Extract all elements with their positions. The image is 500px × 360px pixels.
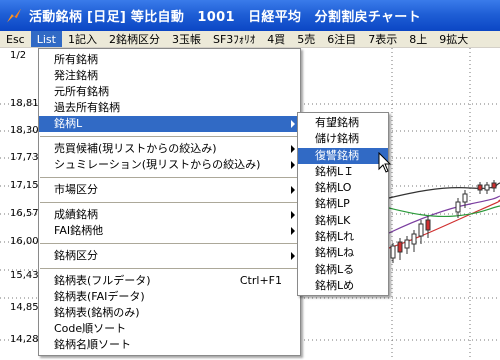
menu-owned-stocks[interactable]: 所有銘柄 bbox=[39, 52, 300, 68]
y-tick: 17,15 bbox=[10, 180, 39, 191]
y-tick: 18,30 bbox=[10, 125, 39, 136]
menu-stock-list-l[interactable]: 銘柄L bbox=[39, 116, 300, 132]
submenu-list-lre[interactable]: 銘柄Lれ bbox=[298, 229, 388, 245]
submenu-arrow-icon bbox=[291, 227, 295, 235]
submenu-arrow-icon bbox=[291, 211, 295, 219]
menu-stock-category[interactable]: 2銘柄区分 bbox=[103, 31, 166, 47]
menu-fai-stocks[interactable]: FAI銘柄他 bbox=[39, 223, 300, 239]
menu-item-label: 銘柄L bbox=[54, 117, 83, 130]
submenu-list-lme[interactable]: 銘柄Lめ bbox=[298, 278, 388, 294]
submenu-arrow-icon bbox=[291, 120, 295, 128]
y-tick: 1/2 bbox=[10, 50, 27, 61]
menu-watch[interactable]: 6注目 bbox=[321, 31, 362, 47]
menu-sell[interactable]: 5売 bbox=[291, 31, 321, 47]
menu-former-owned[interactable]: 元所有銘柄 bbox=[39, 84, 300, 100]
menu-item-label: 売買候補(現リストからの絞込み) bbox=[54, 142, 217, 155]
menu-list[interactable]: List bbox=[30, 31, 62, 47]
menu-entry[interactable]: 1記入 bbox=[62, 31, 103, 47]
menu-item-label: 元所有銘柄 bbox=[54, 85, 109, 98]
title-bar: 活動銘柄 [日足] 等比自動 1001 日経平均 分割割戻チャート bbox=[0, 0, 500, 31]
y-tick: 14,85 bbox=[10, 302, 39, 313]
menu-separator bbox=[39, 264, 300, 273]
menu-trade-candidates[interactable]: 売買候補(現リストからの絞込み) bbox=[39, 141, 300, 157]
menu-item-label: 過去所有銘柄 bbox=[54, 101, 120, 114]
menu-buy[interactable]: 4買 bbox=[261, 31, 291, 47]
menu-bar: Esc List 1記入 2銘柄区分 3玉帳 SF3ﾌｫﾘｵ 4買 5売 6注目… bbox=[0, 31, 500, 48]
submenu-list-lo[interactable]: 銘柄LO bbox=[298, 180, 388, 196]
submenu-arrow-icon bbox=[291, 252, 295, 260]
stock-list-submenu: 有望銘柄 儲け銘柄 復讐銘柄 銘柄LＩ 銘柄LO 銘柄LP 銘柄LK 銘柄Lれ … bbox=[297, 112, 389, 296]
menu-simulation[interactable]: シュミレーション(現リストからの絞込み) bbox=[39, 157, 300, 173]
ma-line-black bbox=[388, 182, 500, 199]
app-icon bbox=[6, 8, 22, 24]
y-tick: 16,57 bbox=[10, 208, 39, 219]
mouse-cursor-icon bbox=[378, 152, 392, 173]
submenu-arrow-icon bbox=[291, 186, 295, 194]
menu-table-full[interactable]: 銘柄表(フルデータ) Ctrl+F1 bbox=[39, 273, 300, 289]
menu-item-label: 所有銘柄 bbox=[54, 53, 98, 66]
y-tick: 15,43 bbox=[10, 270, 39, 281]
menu-item-label: Code順ソート bbox=[54, 322, 127, 335]
menu-item-label: 銘柄表(銘柄のみ) bbox=[54, 306, 140, 319]
menu-market-category[interactable]: 市場区分 bbox=[39, 182, 300, 198]
menu-performance-stocks[interactable]: 成績銘柄 bbox=[39, 207, 300, 223]
menu-item-label: 市場区分 bbox=[54, 183, 98, 196]
candlesticks bbox=[390, 180, 497, 263]
submenu-list-lp[interactable]: 銘柄LP bbox=[298, 196, 388, 212]
y-tick: 18,81 bbox=[10, 98, 39, 109]
menu-portfolio[interactable]: SF3ﾌｫﾘｵ bbox=[207, 31, 261, 47]
menu-item-label: 銘柄表(フルデータ) bbox=[54, 274, 151, 287]
menu-table-fai[interactable]: 銘柄表(FAIデータ) bbox=[39, 289, 300, 305]
menu-separator bbox=[39, 173, 300, 182]
menu-table-names[interactable]: 銘柄表(銘柄のみ) bbox=[39, 305, 300, 321]
menu-shortcut: Ctrl+F1 bbox=[239, 274, 282, 287]
menu-esc[interactable]: Esc bbox=[0, 31, 31, 47]
menu-separator bbox=[39, 132, 300, 141]
submenu-list-lne[interactable]: 銘柄Lね bbox=[298, 245, 388, 261]
menu-order-stocks[interactable]: 発注銘柄 bbox=[39, 68, 300, 84]
menu-item-label: シュミレーション(現リストからの絞込み) bbox=[54, 158, 261, 171]
submenu-list-li[interactable]: 銘柄LＩ bbox=[298, 164, 388, 180]
submenu-profit[interactable]: 儲け銘柄 bbox=[298, 131, 388, 147]
list-menu: 所有銘柄 発注銘柄 元所有銘柄 過去所有銘柄 銘柄L 売買候補(現リストからの絞… bbox=[38, 48, 301, 356]
submenu-list-lru[interactable]: 銘柄Lる bbox=[298, 262, 388, 278]
menu-item-label: 発注銘柄 bbox=[54, 69, 98, 82]
menu-item-label: 銘柄名順ソート bbox=[54, 338, 131, 351]
submenu-revenge[interactable]: 復讐銘柄 bbox=[298, 147, 388, 164]
menu-stock-category[interactable]: 銘柄区分 bbox=[39, 248, 300, 264]
y-tick: 14,28 bbox=[10, 334, 39, 345]
menu-separator bbox=[39, 198, 300, 207]
submenu-promising[interactable]: 有望銘柄 bbox=[298, 115, 388, 131]
submenu-list-lk[interactable]: 銘柄LK bbox=[298, 213, 388, 229]
menu-sort-code[interactable]: Code順ソート bbox=[39, 321, 300, 337]
menu-item-label: 銘柄表(FAIデータ) bbox=[54, 290, 145, 303]
menu-past-owned[interactable]: 過去所有銘柄 bbox=[39, 100, 300, 116]
menu-up[interactable]: 8上 bbox=[403, 31, 433, 47]
menu-view[interactable]: 7表示 bbox=[362, 31, 403, 47]
menu-item-label: FAI銘柄他 bbox=[54, 224, 104, 237]
y-tick: 16,00 bbox=[10, 236, 39, 247]
menu-item-label: 銘柄区分 bbox=[54, 249, 98, 262]
y-tick: 17,73 bbox=[10, 152, 39, 163]
submenu-arrow-icon bbox=[291, 145, 295, 153]
window-title: 活動銘柄 [日足] 等比自動 1001 日経平均 分割割戻チャート bbox=[29, 10, 421, 25]
menu-item-label: 成績銘柄 bbox=[54, 208, 98, 221]
submenu-arrow-icon bbox=[291, 161, 295, 169]
menu-separator bbox=[39, 239, 300, 248]
menu-ledger[interactable]: 3玉帳 bbox=[166, 31, 207, 47]
menu-zoom[interactable]: 9拡大 bbox=[433, 31, 474, 47]
menu-sort-name[interactable]: 銘柄名順ソート bbox=[39, 337, 300, 353]
